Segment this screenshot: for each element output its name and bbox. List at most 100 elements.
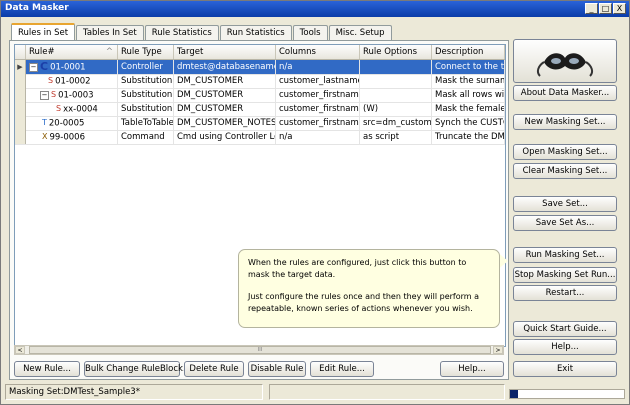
cell-rule-number: − S 01-0003 [26,88,118,102]
row-indicator [15,102,26,116]
title-bar[interactable]: Data Masker _ □ X [1,1,629,17]
command-rule-icon: X [42,132,48,141]
stop-masking-set-run-button[interactable]: Stop Masking Set Run... [513,267,617,283]
header-label: Rule# [29,47,55,57]
collapse-icon[interactable]: − [29,62,38,72]
tab-tables-in-set[interactable]: Tables In Set [76,25,144,40]
run-masking-set-tooltip: When the rules are configured, just clic… [238,249,500,328]
tab-rules-in-set[interactable]: Rules in Set [11,23,76,41]
table-row[interactable]: ▶ − C 01-0001 Controller dmtest@databasena… [15,60,505,75]
cell-rule-number: Sxx-0004 [26,102,118,116]
cell-description: Mask the female cus [432,102,505,116]
progress-bar [509,389,625,399]
edit-rule-button[interactable]: Edit Rule... [310,361,374,377]
mask-icon [536,53,594,77]
run-masking-set-button[interactable]: Run Masking Set... [513,247,617,263]
cell-columns: customer_lastname [276,74,360,88]
row-indicator-icon: ▶ [15,60,26,74]
scroll-right-icon[interactable]: > [493,346,503,354]
cell-target: DM_CUSTOMER [174,102,276,116]
status-panel-empty [269,384,505,400]
exit-button[interactable]: Exit [513,361,617,377]
header-target[interactable]: Target [174,45,276,59]
cell-rule-type: Substitution [118,88,174,102]
minimize-button[interactable]: _ [585,3,598,14]
header-description[interactable]: Description [432,45,505,59]
masking-set-status: Masking Set:DMTest_Sample3* [5,384,263,400]
new-rule-button[interactable]: New Rule... [14,361,80,377]
horizontal-scrollbar[interactable]: < III > [14,345,504,355]
close-button[interactable]: X [613,3,626,14]
rule-number: 01-0003 [58,90,94,101]
save-set-button[interactable]: Save Set... [513,196,617,212]
bulk-change-ruleblock-button[interactable]: Bulk Change RuleBlock... [84,361,191,377]
new-masking-set-button[interactable]: New Masking Set... [513,114,617,130]
clear-masking-set-button[interactable]: Clear Masking Set... [513,163,617,179]
cell-columns: n/a [276,60,360,74]
scroll-left-icon[interactable]: < [15,346,25,354]
table-to-table-icon: T [42,118,47,127]
cell-description: Connect to the targ [432,60,505,74]
disabled-rule-icon: S [56,104,62,113]
cell-target: DM_CUSTOMER_NOTES [174,116,276,130]
restart-button[interactable]: Restart... [513,285,617,301]
controller-icon: C [40,60,49,73]
tooltip-line: Just configure the rules once and then t… [248,292,480,301]
cell-rule-type: TableToTable [118,116,174,130]
disable-rule-button[interactable]: Disable Rule [248,361,306,377]
cell-rule-options: src=dm_customer [360,116,432,130]
help-button[interactable]: Help... [513,339,617,355]
table-row[interactable]: − S 01-0003 Substitution DM_CUSTOMER custo… [15,88,505,103]
window-title: Data Masker [5,3,69,13]
rules-tab-panel: Rule# ^ Rule Type Target Columns Rule Opt… [9,40,509,380]
tab-misc-setup[interactable]: Misc. Setup [328,25,392,40]
about-data-masker-button[interactable]: About Data Masker... [513,85,617,101]
cell-columns: customer_firstname [276,88,360,102]
header-columns[interactable]: Columns [276,45,360,59]
collapse-icon[interactable]: − [40,90,49,100]
tooltip-spacer [248,280,490,291]
table-row[interactable]: Sxx-0004 Substitution DM_CUSTOMER custom… [15,102,505,117]
tab-run-statistics[interactable]: Run Statistics [219,25,292,40]
tab-tools[interactable]: Tools [292,25,328,40]
tooltip-line: repeatable, known series of actions when… [248,303,473,313]
help-button-rules[interactable]: Help... [440,361,504,377]
header-rule-options[interactable]: Rule Options [360,45,432,59]
tab-rule-statistics[interactable]: Rule Statistics [144,25,219,40]
cell-rule-number: X 99-0006 [26,130,118,144]
cell-rule-type: Command [118,130,174,144]
cell-columns: n/a [276,130,360,144]
cell-target: Cmd using Controller Login [174,130,276,144]
open-masking-set-button[interactable]: Open Masking Set... [513,144,617,160]
row-indicator [15,88,26,102]
maximize-button[interactable]: □ [599,3,612,14]
row-indicator [15,74,26,88]
table-row[interactable]: T 20-0005 TableToTable DM_CUSTOMER_NOTES … [15,116,505,131]
scroll-thumb[interactable]: III [29,346,491,354]
table-row[interactable]: S 01-0002 Substitution DM_CUSTOMER custom… [15,74,505,89]
data-masker-logo-button[interactable] [513,39,617,83]
rule-number: 20-0005 [48,118,85,129]
delete-rule-button[interactable]: Delete Rule [184,361,244,377]
quick-start-guide-button[interactable]: Quick Start Guide... [513,321,617,337]
header-rule-number[interactable]: Rule# ^ [26,45,118,59]
grid-header: Rule# ^ Rule Type Target Columns Rule Opt… [15,45,505,60]
cell-rule-options: (W) [360,102,432,116]
header-rule-type[interactable]: Rule Type [118,45,174,59]
window-controls: _ □ X [585,3,626,14]
row-indicator [15,130,26,144]
cell-rule-number: S 01-0002 [26,74,118,88]
cell-rule-type: Substitution [118,74,174,88]
cell-rule-options [360,88,432,102]
cell-target: DM_CUSTOMER [174,88,276,102]
table-row[interactable]: X99-0006 Command Cmd using Controller Lo… [15,130,505,145]
sort-arrow-icon: ^ [105,47,113,57]
cell-rule-type: Controller [118,60,174,74]
save-set-as-button[interactable]: Save Set As... [513,215,617,231]
cell-rule-options: as script [360,130,432,144]
progress-fill [510,390,518,398]
row-indicator [15,116,26,130]
cell-target: dmtest@databasename [174,60,276,74]
cell-rule-number: − C 01-0001 [26,60,118,74]
cell-columns: customer_firstname,... [276,116,360,130]
